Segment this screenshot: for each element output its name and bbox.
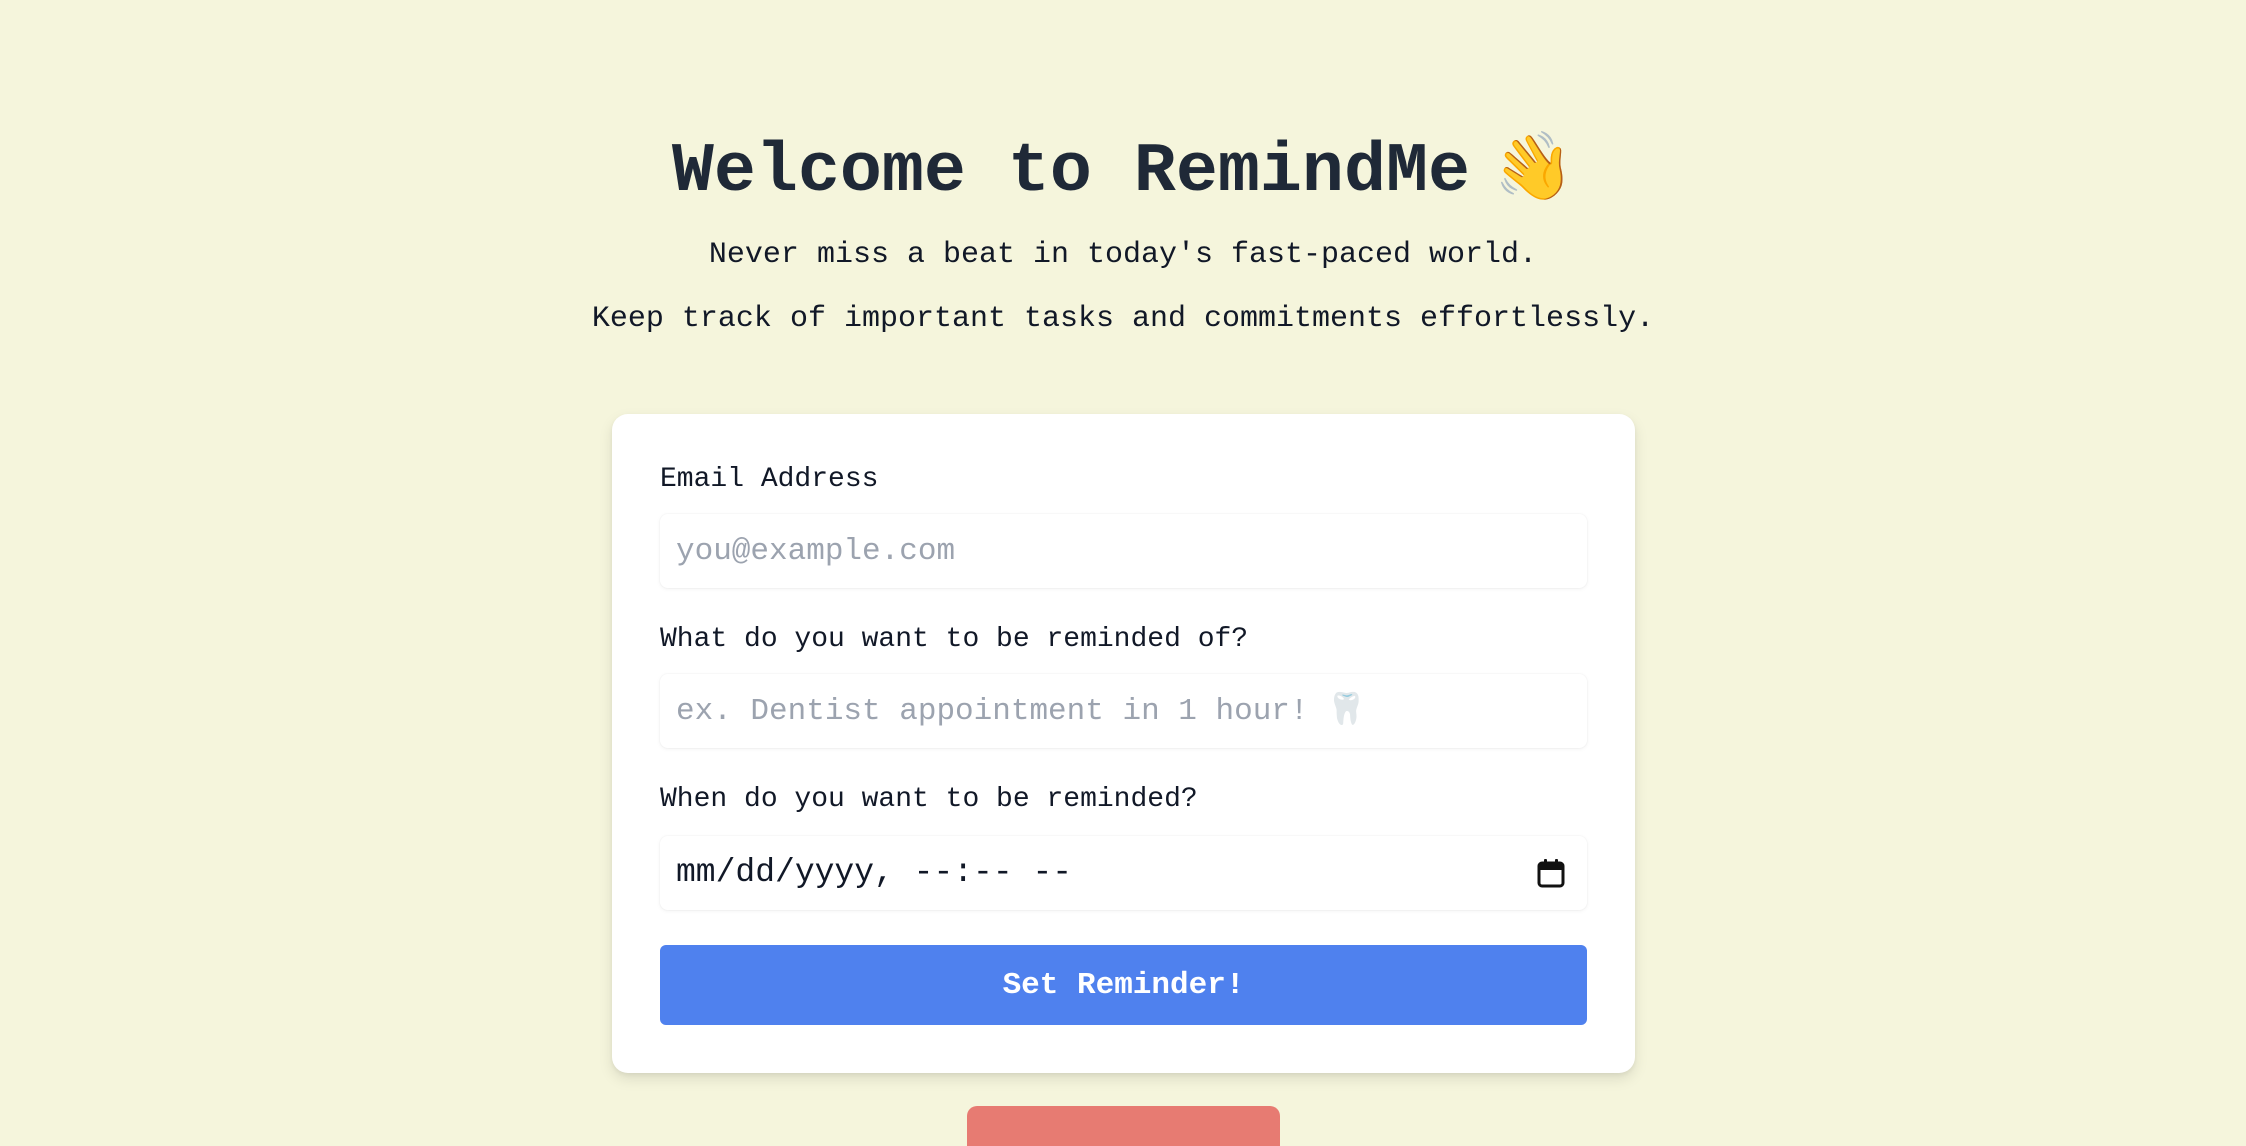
email-field-container — [660, 514, 1587, 588]
waving-hand-icon: 👋 — [1486, 123, 1580, 212]
set-reminder-button[interactable]: Set Reminder! — [660, 945, 1587, 1025]
reminder-input[interactable] — [660, 674, 1587, 748]
page-title: Welcome to RemindMe 👋 — [0, 118, 2246, 223]
reminder-form-card: Email Address What do you want to be rem… — [612, 414, 1635, 1073]
reminder-field-container — [660, 674, 1587, 748]
datetime-label: When do you want to be reminded? — [660, 784, 1198, 815]
email-input[interactable] — [660, 514, 1587, 588]
tagline-secondary: Keep track of important tasks and commit… — [591, 302, 1655, 336]
reminder-label: What do you want to be reminded of? — [660, 624, 1249, 655]
tagline-primary: Never miss a beat in today's fast-paced … — [708, 238, 1538, 272]
secondary-action-button[interactable] — [967, 1106, 1280, 1146]
email-label: Email Address — [660, 464, 879, 495]
calendar-icon[interactable] — [1537, 858, 1565, 888]
page-title-text: Welcome to RemindMe — [671, 133, 1470, 212]
datetime-value: mm/dd/yyyy, --:-- -- — [676, 854, 1073, 891]
hero-section: Welcome to RemindMe 👋 Never miss a beat i… — [0, 118, 2246, 339]
datetime-input[interactable]: mm/dd/yyyy, --:-- -- — [660, 836, 1587, 910]
